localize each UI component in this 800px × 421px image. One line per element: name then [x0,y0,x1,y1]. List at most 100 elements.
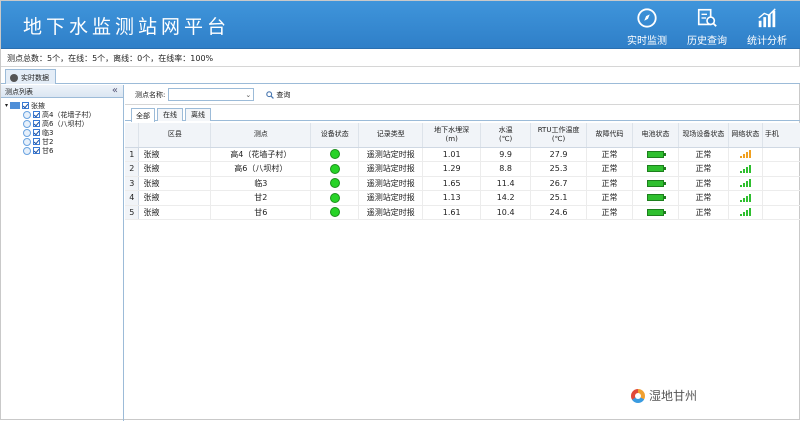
status-online-icon [329,207,340,218]
table-row[interactable]: 4 张掖 甘2 遥测站定时报 1.13 14.2 25.1 正常 正常 [125,190,800,206]
station-name-label: 测点名称: [135,90,166,99]
station-checkbox[interactable] [33,129,40,136]
app-window: 地下水监测站网平台 实时监测 历史查询 统计分析 测点总数：5个，在线：5个，离… [0,0,800,421]
nav-history-query[interactable]: 历史查询 [687,7,727,47]
app-title: 地下水监测站网平台 [23,16,231,38]
station-node-icon [23,146,31,155]
header-county[interactable]: 区县 [138,123,212,148]
station-checkbox[interactable] [33,147,40,154]
root-checkbox[interactable] [22,102,30,109]
tree-item-lin3[interactable]: 临3 [1,128,123,137]
cell-station: 临3 [210,176,312,191]
tree-expand-icon[interactable]: ▾ [5,102,8,109]
cell-network [728,147,763,162]
tab-all[interactable]: 全部 [131,108,155,122]
history-search-icon [697,8,717,27]
nav-history-label: 历史查询 [687,36,727,47]
table-row[interactable]: 1 张掖 高4（花墙子村） 遥测站定时报 1.01 9.9 27.9 正常 正常 [125,147,800,162]
status-online-icon [329,192,340,203]
cell-depth: 1.61 [422,205,482,220]
signal-medium-icon [739,150,751,159]
signal-strong-icon [739,179,751,188]
battery-full-icon [646,179,666,187]
cell-phone [762,176,800,191]
cell-depth: 1.65 [422,176,482,191]
cell-rtu-temp: 27.9 [530,147,588,162]
station-data-table: 区县 测点 设备状态 记录类型 地下水埋深(m) 水温(℃) RTU工作温度(℃… [125,123,800,220]
cell-battery [632,176,679,191]
station-list-header: 测点列表 « [1,85,123,98]
table-row[interactable]: 5 张掖 甘6 遥测站定时报 1.61 10.4 24.6 正常 正常 [125,205,800,220]
header-phone[interactable]: 手机 [762,123,800,148]
cell-rtu-temp: 25.3 [530,161,588,177]
station-list-panel: 测点列表 « ▾ 张掖 高4（花墙子村） 高6（八坝村） 临3 甘2 甘6 [1,85,124,421]
station-checkbox[interactable] [33,138,40,145]
cell-device-status [310,147,360,162]
cell-battery [632,161,679,177]
tree-item-gan2[interactable]: 甘2 [1,137,123,146]
nav-realtime-label: 实时监测 [627,36,667,47]
cell-battery [632,190,679,206]
cell-depth: 1.29 [422,161,482,177]
row-number: 2 [125,161,140,177]
tab-offline[interactable]: 离线 [185,108,211,121]
table-row[interactable]: 3 张掖 临3 遥测站定时报 1.65 11.4 26.7 正常 正常 [125,176,800,191]
cell-county: 张掖 [138,205,212,220]
signal-strong-icon [739,164,751,173]
header-station[interactable]: 测点 [210,123,312,148]
row-number: 3 [125,176,140,191]
header-rtu-temp[interactable]: RTU工作温度(℃) [530,123,588,148]
compass-icon [637,8,657,28]
collapse-panel-button[interactable]: « [112,85,118,96]
cell-record-type: 遥测站定时报 [358,147,424,162]
filter-tab-bar: 全部 在线 离线 [125,105,800,122]
cell-county: 张掖 [138,190,212,206]
cell-county: 张掖 [138,147,212,162]
nav-realtime-monitor[interactable]: 实时监测 [627,7,667,47]
cell-rtu-temp: 26.7 [530,176,588,191]
chevron-down-icon[interactable]: ⌄ [245,88,253,101]
header-water-temp[interactable]: 水温(℃) [480,123,532,148]
tab-realtime-data[interactable]: 实时数据 [5,69,56,84]
cell-device-status [310,205,360,220]
cell-station: 甘6 [210,205,312,220]
cell-fault-code: 正常 [586,161,633,177]
cell-phone [762,205,800,220]
station-checkbox[interactable] [33,111,40,118]
cell-county: 张掖 [138,161,212,177]
header-battery[interactable]: 电池状态 [632,123,679,148]
tree-item-gao6[interactable]: 高6（八坝村） [1,119,123,128]
header-record-type[interactable]: 记录类型 [358,123,424,148]
station-node-icon [23,128,31,137]
status-online-icon [329,178,340,189]
tab-online[interactable]: 在线 [157,108,183,121]
cell-device-status [310,161,360,177]
nav-statistics[interactable]: 统计分析 [747,7,787,47]
query-button[interactable]: 查询 [266,90,290,100]
cell-site-status: 正常 [678,147,729,162]
cell-record-type: 遥测站定时报 [358,161,424,177]
station-checkbox[interactable] [33,120,40,127]
tab-realtime-label: 实时数据 [21,74,49,82]
battery-full-icon [646,150,666,158]
header-device-status[interactable]: 设备状态 [310,123,360,148]
station-summary-text: 测点总数：5个，在线：5个，离线：0个，在线率：100% [7,54,214,63]
tree-item-label: 甘6 [42,146,54,155]
cell-fault-code: 正常 [586,147,633,162]
cell-water-temp: 11.4 [480,176,532,191]
header-fault-code[interactable]: 故障代码 [586,123,633,148]
station-node-icon [23,119,31,128]
header-site-status[interactable]: 现场设备状态 [678,123,729,148]
watermark-logo-icon [631,388,645,403]
header-network[interactable]: 网络状态 [728,123,763,148]
table-row[interactable]: 2 张掖 高6（八坝村） 遥测站定时报 1.29 8.8 25.3 正常 正常 [125,161,800,177]
station-name-select[interactable] [168,88,255,101]
cell-battery [632,147,679,162]
tree-item-gan6[interactable]: 甘6 [1,146,123,155]
signal-strong-icon [739,193,751,202]
app-header: 地下水监测站网平台 实时监测 历史查询 统计分析 [1,1,800,49]
header-groundwater-depth[interactable]: 地下水埋深(m) [422,123,482,148]
signal-strong-icon [739,208,751,217]
realtime-tab-icon [10,74,18,82]
cell-station: 高6（八坝村） [210,161,312,177]
